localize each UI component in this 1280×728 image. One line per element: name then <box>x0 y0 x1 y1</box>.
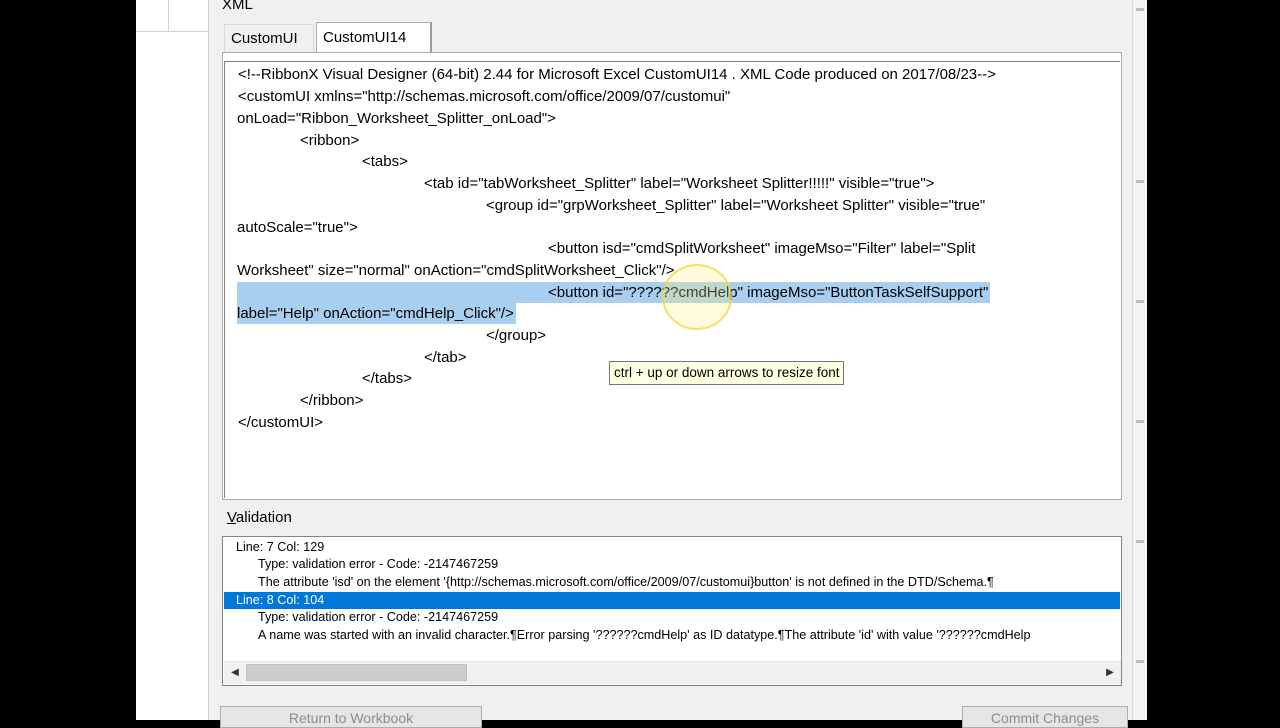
edge-marker <box>1136 180 1144 183</box>
code-line[interactable]: </group> <box>486 325 546 346</box>
tab-customui14[interactable]: CustomUI14 <box>316 22 432 52</box>
code-line[interactable]: <ribbon> <box>300 130 359 151</box>
code-line[interactable]: </customUI> <box>238 412 323 433</box>
validation-label-text: alidation <box>235 509 292 526</box>
validation-entry-message[interactable]: The attribute 'isd' on the element '{htt… <box>258 574 1120 591</box>
code-line[interactable]: </tab> <box>424 347 467 368</box>
code-line[interactable]: <tab id="tabWorksheet_Splitter" label="W… <box>424 173 934 194</box>
desktop-background-right <box>1146 0 1280 720</box>
selected-code-line[interactable]: label="Help" onAction="cmdHelp_Click"/> <box>237 303 516 324</box>
font-resize-tooltip: ctrl + up or down arrows to resize font <box>609 361 845 385</box>
edge-marker <box>1136 420 1144 423</box>
code-line[interactable]: <button isd="cmdSplitWorksheet" imageMso… <box>548 238 975 259</box>
validation-label: Validation <box>227 507 292 529</box>
code-line[interactable]: autoScale="true"> <box>237 217 358 238</box>
code-line[interactable]: <tabs> <box>362 151 408 172</box>
gridline <box>136 31 208 32</box>
validation-selected-row[interactable] <box>224 592 1120 609</box>
desktop-background-left <box>0 0 136 720</box>
xml-section-label: XML <box>222 0 253 13</box>
excel-worksheet-edge <box>136 0 208 720</box>
code-line[interactable]: </tabs> <box>362 368 412 389</box>
validation-entry-type[interactable]: Type: validation error - Code: -21474672… <box>258 609 498 626</box>
validation-entry-line[interactable]: Line: 7 Col: 129 <box>236 539 324 556</box>
edge-marker <box>1136 660 1144 663</box>
scroll-right-arrow-icon[interactable]: ▶ <box>1102 665 1118 681</box>
validation-horizontal-scrollbar[interactable]: ◀ ▶ <box>224 661 1121 684</box>
code-line[interactable]: Worksheet" size="normal" onAction="cmdSp… <box>237 260 675 281</box>
mouse-cursor-highlight-icon <box>662 264 732 330</box>
scroll-left-arrow-icon[interactable]: ◀ <box>227 665 243 681</box>
commit-changes-button[interactable]: Commit Changes <box>962 706 1128 728</box>
code-line[interactable]: onLoad="Ribbon_Worksheet_Splitter_onLoad… <box>237 108 556 129</box>
gridline <box>168 0 169 31</box>
code-line[interactable]: <group id="grpWorksheet_Splitter" label=… <box>486 195 985 216</box>
edge-marker <box>1136 540 1144 543</box>
validation-label-accesskey: V <box>227 509 236 526</box>
edge-marker <box>1136 8 1144 11</box>
code-line[interactable]: <customUI xmlns="http://schemas.microsof… <box>238 86 730 107</box>
validation-entry-line[interactable]: Line: 8 Col: 104 <box>236 592 324 609</box>
code-line[interactable]: </ribbon> <box>300 390 363 411</box>
validation-entry-type[interactable]: Type: validation error - Code: -21474672… <box>258 556 498 573</box>
code-line[interactable]: <!--RibbonX Visual Designer (64-bit) 2.4… <box>238 64 996 85</box>
scrollbar-thumb[interactable] <box>246 664 467 681</box>
validation-entry-message[interactable]: A name was started with an invalid chara… <box>258 627 1120 644</box>
edge-marker <box>1136 300 1144 303</box>
dialog-right-edge <box>1132 0 1147 720</box>
selected-code-line[interactable]: <button id="??????cmdHelp" imageMso="But… <box>237 282 991 303</box>
return-to-workbook-button[interactable]: Return to Workbook <box>220 706 482 728</box>
tab-customui[interactable]: CustomUI <box>224 24 314 52</box>
